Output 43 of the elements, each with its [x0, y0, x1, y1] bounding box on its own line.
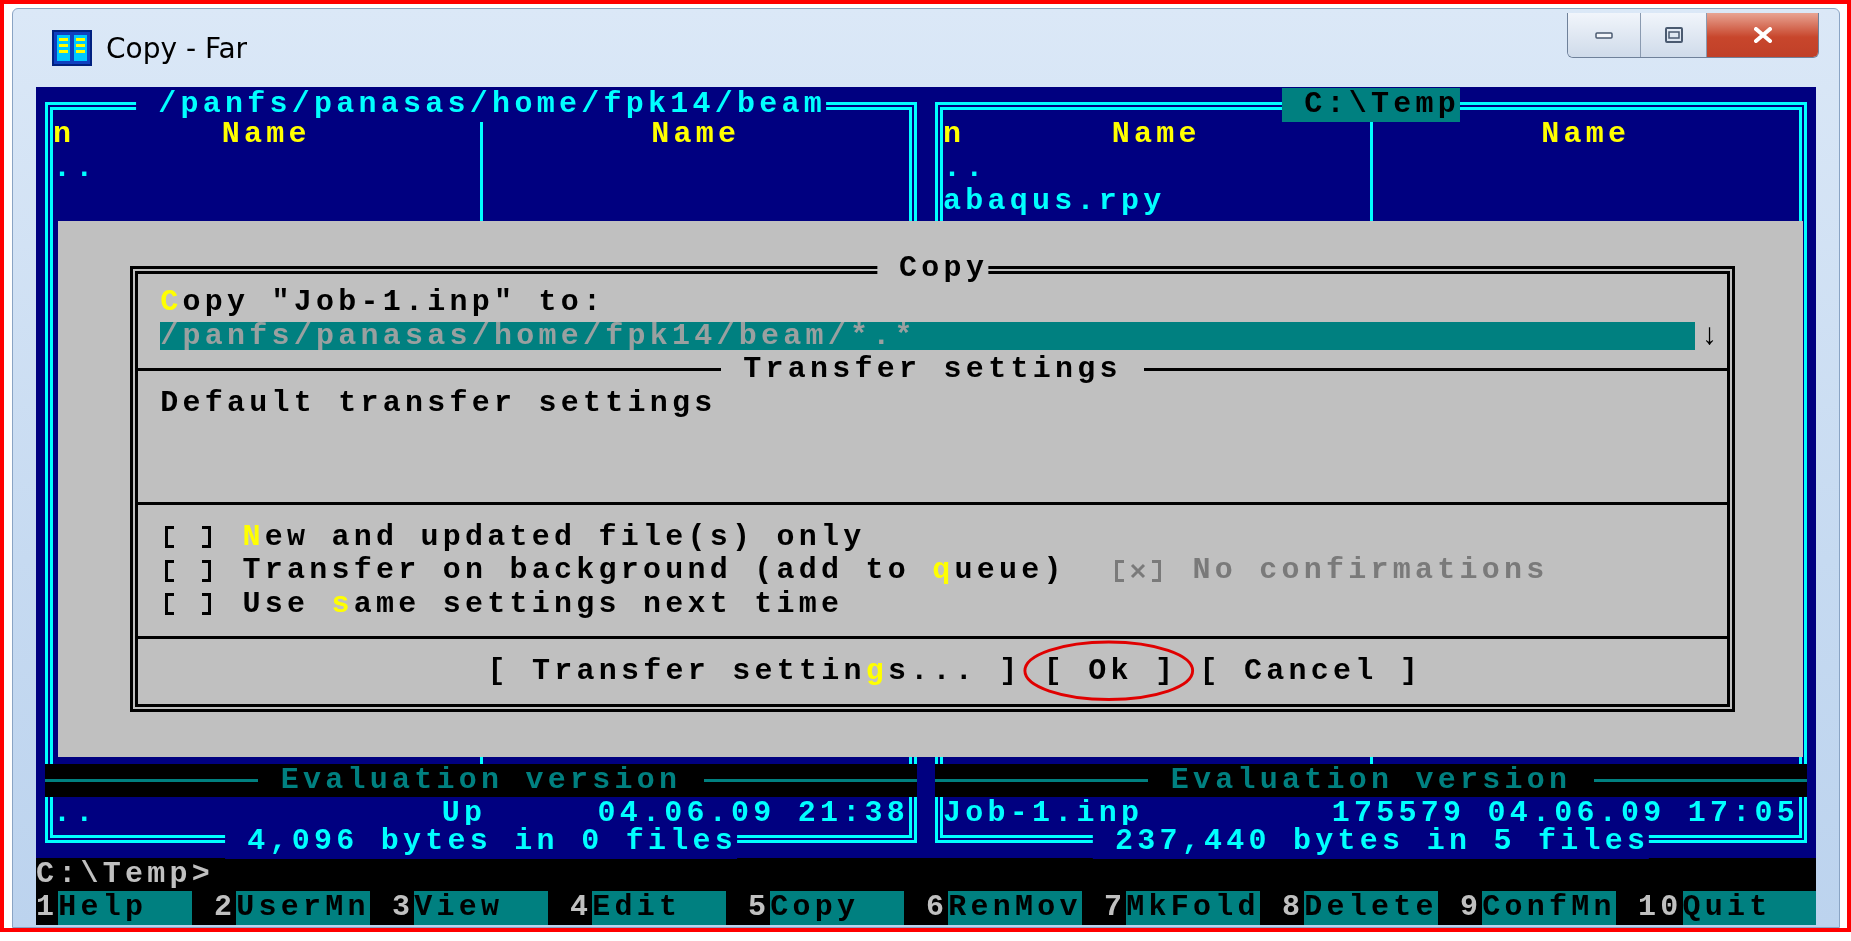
checkbox-brackets: [165, 593, 212, 616]
column-header[interactable]: Name: [1111, 118, 1201, 152]
history-arrow[interactable]: ↓: [1700, 319, 1723, 353]
function-key[interactable]: 10Quit: [1638, 891, 1816, 925]
window-title: Copy - Far: [106, 31, 248, 65]
column-header[interactable]: Name: [1541, 118, 1631, 152]
minimize-icon: [1595, 31, 1613, 39]
file-time: 17:05: [1687, 797, 1799, 831]
settings-description: Default transfer settings: [159, 386, 718, 420]
checkbox[interactable]: Use s ame settings next time: [160, 587, 844, 621]
function-key[interactable]: 8 Delete: [1282, 891, 1438, 925]
file-name[interactable]: ..: [943, 151, 1370, 185]
checkbox[interactable]: Transfer on background (add to q ueue): [160, 554, 1066, 588]
sort-indicator[interactable]: n: [943, 118, 1112, 152]
function-key[interactable]: 7 MkFold: [1104, 891, 1260, 925]
file-time: 21:38: [797, 797, 909, 831]
section-title: Transfer settings: [742, 353, 1122, 387]
command-prompt[interactable]: C:\Temp>: [36, 857, 1816, 891]
function-key[interactable]: 9ConfMn: [1460, 891, 1616, 925]
panel-title[interactable]: C:\Temp: [1282, 88, 1460, 122]
checkbox-brackets: [165, 526, 212, 549]
app-icon: [52, 28, 92, 68]
checkbox[interactable]: N ew and updated file(s) only: [160, 520, 866, 554]
function-key[interactable]: 5Copy: [748, 891, 904, 925]
file-name[interactable]: abaqus.rpy: [943, 185, 1370, 219]
file-name: ..: [53, 797, 99, 831]
function-key[interactable]: 4 Edit: [570, 891, 726, 925]
close-button[interactable]: [1706, 13, 1818, 57]
function-key[interactable]: 1 Help: [36, 891, 192, 925]
minimize-button[interactable]: [1568, 13, 1640, 57]
file-name[interactable]: ..: [53, 151, 480, 185]
function-key[interactable]: 2 UserMn: [214, 891, 370, 925]
function-key[interactable]: 6 RenMov: [926, 891, 1082, 925]
checkbox-brackets: [165, 559, 212, 582]
prompt-label: Copy "Job-1.inp" to:: [160, 286, 606, 320]
panel-title[interactable]: /panfs/panasas/home/fpk14/beam: [136, 88, 826, 122]
status-label: Evaluation version: [279, 763, 682, 797]
status-label: Evaluation version: [1169, 763, 1572, 797]
maximize-icon: [1664, 27, 1683, 43]
close-icon: [1753, 27, 1772, 43]
function-key[interactable]: 3View: [392, 891, 548, 925]
maximize-button[interactable]: [1640, 13, 1706, 57]
checked-checkbox: [1115, 559, 1162, 582]
